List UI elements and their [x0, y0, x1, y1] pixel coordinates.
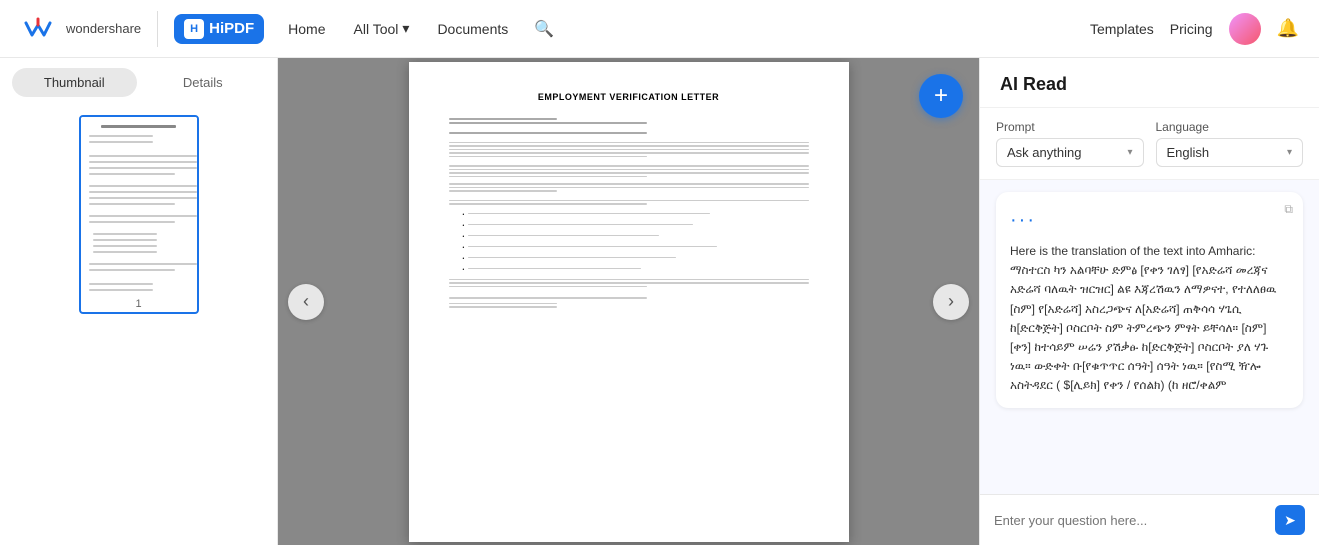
document-viewer: ‹ EMPLOYMENT VERIFICATION LETTER: [278, 58, 979, 545]
sidebar: Thumbnail Details: [0, 58, 278, 545]
copy-icon[interactable]: ⧉: [1284, 200, 1293, 219]
nav-home[interactable]: Home: [276, 15, 337, 43]
search-icon[interactable]: 🔍: [524, 13, 564, 45]
prev-page-button[interactable]: ‹: [288, 284, 324, 320]
language-label: Language: [1156, 120, 1304, 134]
logo-area: wondershare: [20, 11, 158, 47]
prompt-value: Ask anything: [1007, 145, 1081, 160]
sidebar-tabs: Thumbnail Details: [0, 58, 277, 107]
ai-input[interactable]: [994, 513, 1267, 528]
page-number: 1: [81, 296, 197, 312]
header: wondershare H HiPDF Home All Tool ▾ Docu…: [0, 0, 1319, 58]
page-thumbnail-1[interactable]: 1: [79, 115, 199, 314]
tab-details[interactable]: Details: [141, 68, 266, 97]
add-fab-button[interactable]: +: [919, 74, 963, 118]
chat-content: Here is the translation of the text into…: [1010, 244, 1276, 392]
document-page: EMPLOYMENT VERIFICATION LETTER: [409, 62, 849, 542]
sidebar-pages: 1: [0, 107, 277, 545]
ai-send-button[interactable]: ➤: [1275, 505, 1305, 535]
send-icon: ➤: [1284, 512, 1296, 529]
thumb-title: [101, 125, 177, 128]
ai-panel-title: AI Read: [980, 58, 1319, 108]
chevron-down-icon: ▾: [1287, 147, 1292, 158]
prompt-select[interactable]: Ask anything ▾: [996, 138, 1144, 167]
chat-bubble: ··· ⧉ Here is the translation of the tex…: [996, 192, 1303, 408]
language-control: Language English ▾: [1156, 120, 1304, 167]
ai-panel: AI Read Prompt Ask anything ▾ Language E…: [979, 58, 1319, 545]
nav-templates[interactable]: Templates: [1090, 21, 1154, 37]
language-value: English: [1167, 145, 1210, 160]
nav-right: Templates Pricing 🔔: [1090, 13, 1299, 45]
main-content: Thumbnail Details: [0, 58, 1319, 545]
wondershare-logo-icon: [20, 11, 56, 47]
nav-pricing[interactable]: Pricing: [1170, 21, 1213, 37]
ai-chat-area: ··· ⧉ Here is the translation of the tex…: [980, 180, 1319, 494]
avatar[interactable]: [1229, 13, 1261, 45]
nav-documents[interactable]: Documents: [425, 15, 520, 43]
doc-title: EMPLOYMENT VERIFICATION LETTER: [449, 92, 809, 102]
wondershare-text: wondershare: [66, 21, 141, 36]
hipdf-badge-icon: H: [184, 19, 204, 39]
main-nav: Home All Tool ▾ Documents 🔍: [276, 13, 1082, 45]
chevron-down-icon: ▾: [1127, 147, 1132, 158]
bell-icon[interactable]: 🔔: [1277, 18, 1299, 39]
nav-all-tool[interactable]: All Tool ▾: [342, 14, 422, 43]
prompt-label: Prompt: [996, 120, 1144, 134]
prompt-control: Prompt Ask anything ▾: [996, 120, 1144, 167]
ai-input-area: ➤: [980, 494, 1319, 545]
chevron-down-icon: ▾: [402, 20, 409, 37]
tab-thumbnail[interactable]: Thumbnail: [12, 68, 137, 97]
chat-dots: ···: [1010, 204, 1289, 236]
hipdf-badge[interactable]: H HiPDF: [174, 14, 264, 44]
next-page-button[interactable]: ›: [933, 284, 969, 320]
language-select[interactable]: English ▾: [1156, 138, 1304, 167]
page-thumb-content: [81, 117, 197, 296]
hipdf-label: HiPDF: [209, 20, 254, 37]
ai-controls: Prompt Ask anything ▾ Language English ▾: [980, 108, 1319, 180]
